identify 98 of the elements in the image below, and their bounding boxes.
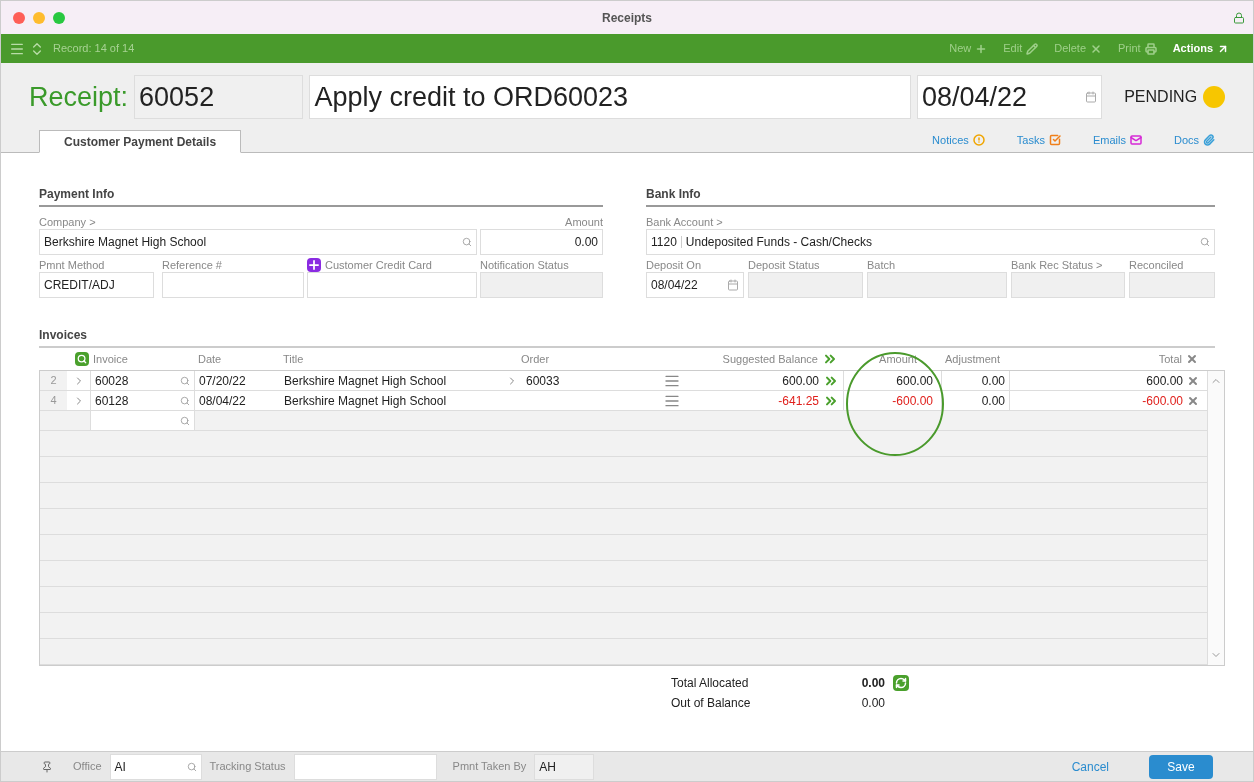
account-name: Undeposited Funds - Cash/Checks	[685, 234, 873, 251]
close-icon[interactable]	[1186, 353, 1198, 365]
calendar-icon[interactable]	[1085, 91, 1098, 103]
company-field[interactable]: Berkshire Magnet High School	[39, 229, 477, 255]
calendar-icon[interactable]	[727, 279, 739, 291]
pin-icon[interactable]	[41, 760, 53, 773]
table-cell-text: 600.00	[782, 372, 819, 390]
amount-cell[interactable]: 600.00	[843, 371, 942, 390]
record-label: Receipt:	[29, 80, 129, 114]
column-header: Total	[1157, 351, 1183, 367]
search-icon[interactable]	[180, 395, 190, 406]
search-icon[interactable]	[1200, 237, 1210, 247]
date-field[interactable]: 08/04/22	[916, 75, 1103, 119]
adjustment-cell[interactable]: 0.00	[942, 391, 1010, 410]
total-value: 0.00	[860, 675, 885, 692]
adjustment-cell[interactable]: 0.00	[942, 371, 1010, 390]
window-title: Receipts	[602, 9, 652, 27]
close-icon[interactable]	[1187, 394, 1199, 407]
search-icon[interactable]	[462, 237, 472, 247]
field-label: Customer Credit Card	[325, 258, 432, 272]
toolbar-button[interactable]: Actions	[1172, 40, 1229, 57]
field-label: Pmnt Taken By	[452, 759, 527, 775]
field-label: Pmnt Method	[39, 258, 106, 272]
table-cell-text: 07/20/22	[198, 372, 247, 390]
column-header: Invoice	[92, 351, 129, 367]
lock-icon	[1233, 11, 1245, 24]
checkbox-icon	[1048, 133, 1061, 146]
close-window-button[interactable]	[13, 11, 25, 24]
receipt-number-field[interactable]: 60052	[134, 75, 304, 119]
field-label: Reference #	[162, 258, 223, 272]
close-icon[interactable]	[1187, 374, 1199, 387]
minimize-window-button[interactable]	[33, 11, 45, 24]
status-label: PENDING	[1124, 87, 1198, 107]
taken-by-field[interactable]: AH	[534, 753, 595, 780]
scrollbar[interactable]	[1207, 371, 1224, 665]
field-label: Tracking Status	[209, 759, 286, 775]
close-icon	[1090, 42, 1103, 55]
office-field[interactable]: AI	[109, 753, 202, 780]
account-number: 1120	[651, 234, 677, 251]
search-icon[interactable]	[180, 375, 190, 386]
field-label: Notification Status	[480, 258, 570, 272]
field-label: Bank Rec Status >	[1011, 258, 1104, 272]
row-number: 4	[40, 391, 67, 410]
field-label: Bank Account >	[646, 215, 724, 229]
search-icon[interactable]	[186, 761, 197, 772]
paperclip-icon	[1203, 133, 1215, 146]
invoice-cell[interactable]: 60028	[90, 371, 195, 390]
envelope-icon	[1129, 133, 1142, 146]
amount-field[interactable]: 0.00	[480, 229, 603, 255]
save-button[interactable]: Save	[1149, 754, 1213, 779]
field-label: Batch	[867, 258, 897, 272]
deposit-date-field[interactable]: 08/04/22	[646, 272, 744, 298]
add-icon[interactable]	[307, 258, 321, 272]
record-counter: Record: 14 of 14	[53, 41, 135, 57]
field-label: Amount	[565, 215, 603, 229]
section-title: Bank Info	[646, 185, 1215, 207]
reference-field[interactable]	[162, 272, 304, 298]
refresh-icon[interactable]	[893, 675, 909, 691]
pencil-icon	[1026, 42, 1039, 55]
payment-method-field[interactable]: CREDIT/ADJ	[39, 272, 154, 298]
total-label: Total Allocated	[671, 675, 750, 692]
column-header: Title	[282, 351, 305, 367]
table-cell-text: 600.00	[1145, 372, 1184, 390]
table-cell-text: -600.00	[1141, 392, 1184, 410]
printer-icon	[1144, 42, 1157, 55]
search-icon[interactable]	[180, 415, 190, 426]
description-field[interactable]: Apply credit to ORD60023	[309, 75, 911, 119]
field-label: Deposit On	[646, 258, 703, 272]
zoom-window-button[interactable]	[53, 11, 65, 24]
invoice-cell[interactable]: 60128	[90, 391, 195, 410]
table-cell-text: 08/04/22	[198, 392, 247, 410]
section-title: Invoices	[39, 326, 1215, 348]
tracking-status-field[interactable]	[293, 753, 437, 780]
table-cell-text: -641.25	[778, 392, 819, 410]
bank-account-field[interactable]: 1120 Undeposited Funds - Cash/Checks	[646, 229, 1215, 255]
section-title: Payment Info	[39, 185, 603, 207]
alert-icon	[972, 133, 985, 146]
total-label: Out of Balance	[671, 695, 752, 712]
table-cell-text: Berkshire Magnet High School	[283, 392, 448, 410]
total-value: 0.00	[860, 695, 885, 712]
field-label: Reconciled	[1129, 258, 1185, 272]
column-header: Amount	[878, 351, 918, 367]
field-label: Office	[73, 759, 102, 775]
row-number: 2	[40, 371, 67, 390]
plus-icon	[975, 42, 988, 55]
table-cell-text: Berkshire Magnet High School	[283, 372, 448, 390]
column-header: Order	[520, 351, 551, 367]
column-header: Suggested Balance	[722, 351, 818, 367]
search-icon[interactable]	[75, 352, 89, 366]
table-cell-text: 60033	[526, 372, 560, 390]
credit-card-field[interactable]	[307, 272, 477, 298]
field-label: Deposit Status	[748, 258, 821, 272]
column-header: Adjustment	[944, 351, 1002, 367]
field-label: Company >	[39, 215, 97, 229]
tab[interactable]: Customer Payment Details	[39, 130, 242, 153]
amount-cell[interactable]: -600.00	[843, 391, 942, 410]
column-header: Date	[197, 351, 223, 367]
new-invoice-field[interactable]	[90, 411, 195, 430]
